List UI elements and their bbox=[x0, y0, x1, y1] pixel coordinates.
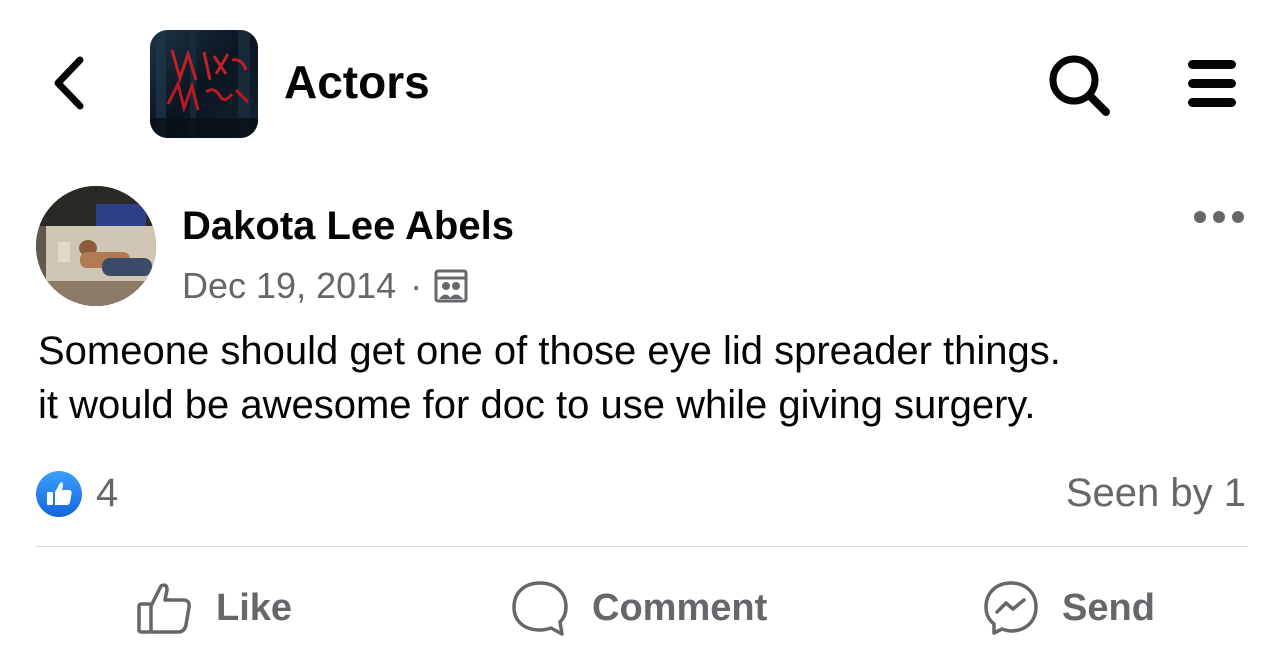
comment-bubble-icon bbox=[512, 581, 568, 636]
post-date[interactable]: Dec 19, 2014 bbox=[182, 262, 396, 310]
send-label: Send bbox=[1062, 586, 1155, 629]
like-label: Like bbox=[216, 586, 293, 629]
author-photo bbox=[36, 186, 156, 306]
post-meta: Dec 19, 2014 · bbox=[182, 262, 468, 310]
group-title[interactable]: Actors bbox=[284, 52, 430, 112]
like-button[interactable]: Like bbox=[136, 576, 292, 640]
group-audience-icon bbox=[434, 269, 468, 303]
messenger-icon bbox=[984, 581, 1038, 635]
meta-separator: · bbox=[410, 265, 423, 306]
comment-button[interactable]: Comment bbox=[510, 576, 767, 640]
author-name[interactable]: Dakota Lee Abels bbox=[182, 198, 514, 254]
comment-label: Comment bbox=[592, 586, 768, 629]
group-cover-image bbox=[150, 30, 258, 138]
divider bbox=[36, 546, 1248, 547]
thumbs-up-icon bbox=[137, 583, 191, 634]
chevron-left-icon bbox=[54, 56, 84, 110]
more-horizontal-icon bbox=[1194, 211, 1244, 223]
reaction-count[interactable]: 4 bbox=[96, 468, 118, 518]
back-button[interactable] bbox=[44, 52, 100, 114]
menu-button[interactable] bbox=[1184, 54, 1240, 114]
search-icon bbox=[1049, 55, 1110, 116]
seen-by-count[interactable]: Seen by 1 bbox=[1066, 468, 1246, 518]
post-text-line: it would be awesome for doc to use while… bbox=[38, 383, 1036, 427]
send-button[interactable]: Send bbox=[982, 576, 1155, 640]
search-button[interactable] bbox=[1046, 52, 1114, 118]
more-options-button[interactable] bbox=[1190, 202, 1248, 232]
post-text: Someone should get one of those eye lid … bbox=[38, 324, 1258, 432]
post-text-line: Someone should get one of those eye lid … bbox=[38, 329, 1061, 373]
like-reaction-icon bbox=[36, 471, 82, 517]
author-avatar[interactable] bbox=[36, 186, 156, 306]
menu-icon bbox=[1188, 60, 1236, 107]
group-avatar[interactable] bbox=[150, 30, 258, 138]
